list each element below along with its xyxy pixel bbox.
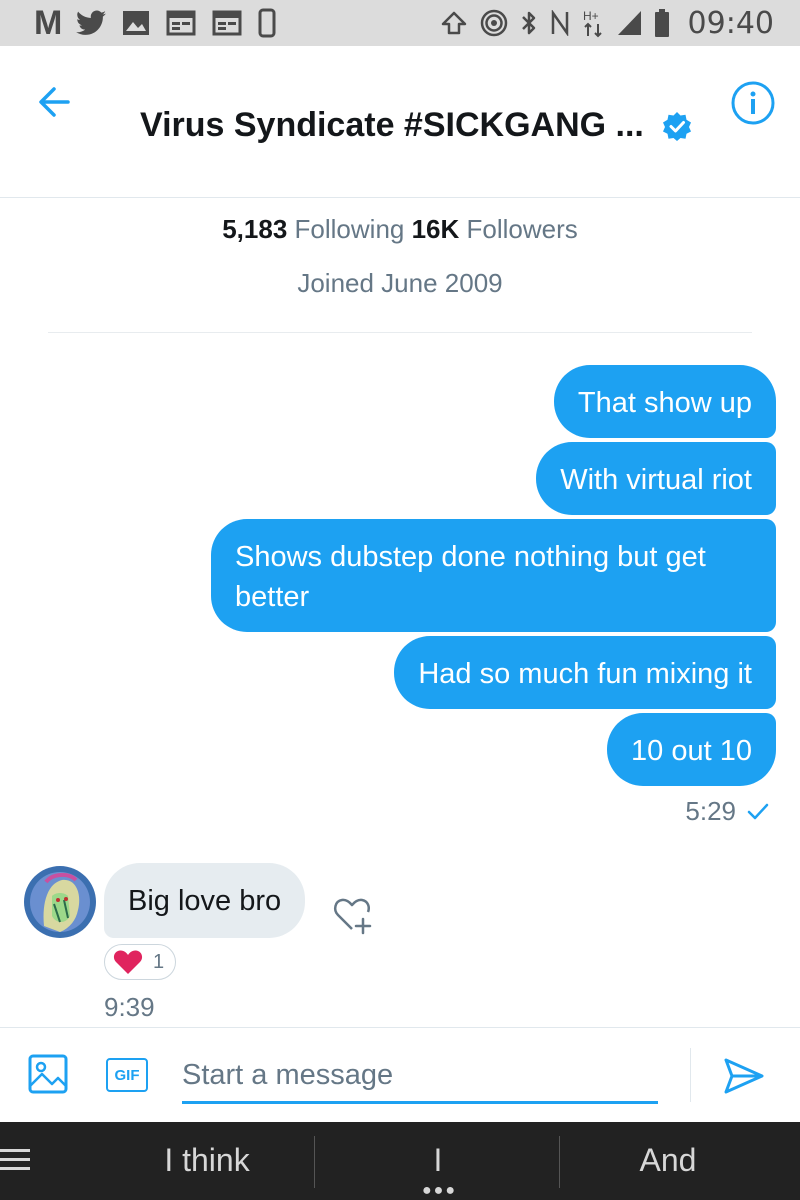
received-message[interactable]: Big love bro — [104, 863, 306, 938]
network-hplus-icon: H+ — [582, 8, 604, 38]
calendar-icon — [212, 10, 242, 36]
back-arrow-icon — [39, 87, 70, 117]
more-suggestions-icon[interactable]: ●●● — [422, 1183, 457, 1199]
sent-message[interactable]: Shows dubstep done nothing but get bette… — [211, 519, 776, 632]
calendar-icon — [166, 10, 196, 36]
add-photo-button[interactable] — [28, 1054, 68, 1094]
nfc-icon — [550, 10, 570, 36]
keyboard-suggestion-bar: I think I And ●●● — [0, 1122, 800, 1200]
sent-time: 5:29 — [685, 796, 736, 826]
suggestion-item[interactable]: And — [560, 1142, 776, 1179]
send-button[interactable] — [722, 1056, 766, 1096]
followers-count[interactable]: 16K — [412, 214, 460, 244]
heart-plus-icon — [333, 898, 372, 935]
sent-message[interactable]: 10 out 10 — [607, 713, 776, 786]
phone-icon — [258, 8, 276, 38]
following-count[interactable]: 5,183 — [222, 214, 287, 244]
divider — [690, 1048, 691, 1102]
sent-meta: 5:29 — [685, 796, 770, 827]
message-composer: GIF — [0, 1027, 800, 1122]
conversation-header: Virus Syndicate #SICKGANG ... — [0, 46, 800, 198]
page-title: Virus Syndicate #SICKGANG ... — [140, 106, 644, 144]
back-button[interactable] — [34, 82, 74, 122]
image-icon — [28, 1054, 68, 1094]
info-button[interactable] — [730, 80, 776, 126]
sent-message[interactable]: With virtual riot — [536, 442, 776, 515]
status-time: 09:40 — [687, 5, 774, 41]
joined-date: Joined June 2009 — [297, 268, 503, 298]
conversation-title[interactable]: Virus Syndicate #SICKGANG ... — [140, 106, 692, 145]
reaction-badge[interactable]: 1 — [104, 944, 176, 980]
gif-button[interactable]: GIF — [106, 1058, 148, 1092]
gmail-icon: M — [34, 3, 62, 42]
divider — [314, 1136, 315, 1188]
info-icon — [731, 81, 775, 125]
battery-icon — [654, 8, 670, 38]
menu-icon — [0, 1149, 30, 1170]
checkmark-icon — [747, 803, 769, 819]
suggestion-item[interactable]: I — [316, 1142, 560, 1179]
reaction-count: 1 — [153, 950, 165, 973]
send-icon — [724, 1058, 764, 1094]
bluetooth-icon — [520, 9, 538, 37]
heart-icon — [113, 950, 143, 974]
twitter-icon — [76, 10, 107, 36]
received-time: 9:39 — [104, 992, 155, 1022]
divider — [48, 332, 752, 333]
image-icon — [122, 10, 150, 36]
following-label[interactable]: Following — [295, 214, 405, 244]
verified-badge-icon — [662, 111, 691, 141]
suggestion-item[interactable]: I think — [100, 1142, 314, 1179]
network-label: H+ — [583, 9, 599, 23]
sent-message[interactable]: Had so much fun mixing it — [394, 636, 776, 709]
sent-message[interactable]: That show up — [553, 365, 776, 438]
hotspot-icon — [480, 9, 508, 37]
avatar[interactable] — [24, 866, 96, 938]
signal-icon — [616, 9, 642, 37]
upload-icon — [440, 10, 468, 36]
status-bar: M H+ 09:40 — [0, 0, 800, 46]
add-reaction-button[interactable] — [330, 893, 374, 937]
followers-label[interactable]: Followers — [467, 214, 578, 244]
profile-summary: 5,183 Following 16K Followers Joined Jun… — [0, 198, 800, 333]
follow-stats: 5,183 Following 16K Followers — [0, 214, 800, 245]
message-input[interactable] — [182, 1050, 658, 1104]
keyboard-menu-button[interactable] — [0, 1146, 30, 1174]
